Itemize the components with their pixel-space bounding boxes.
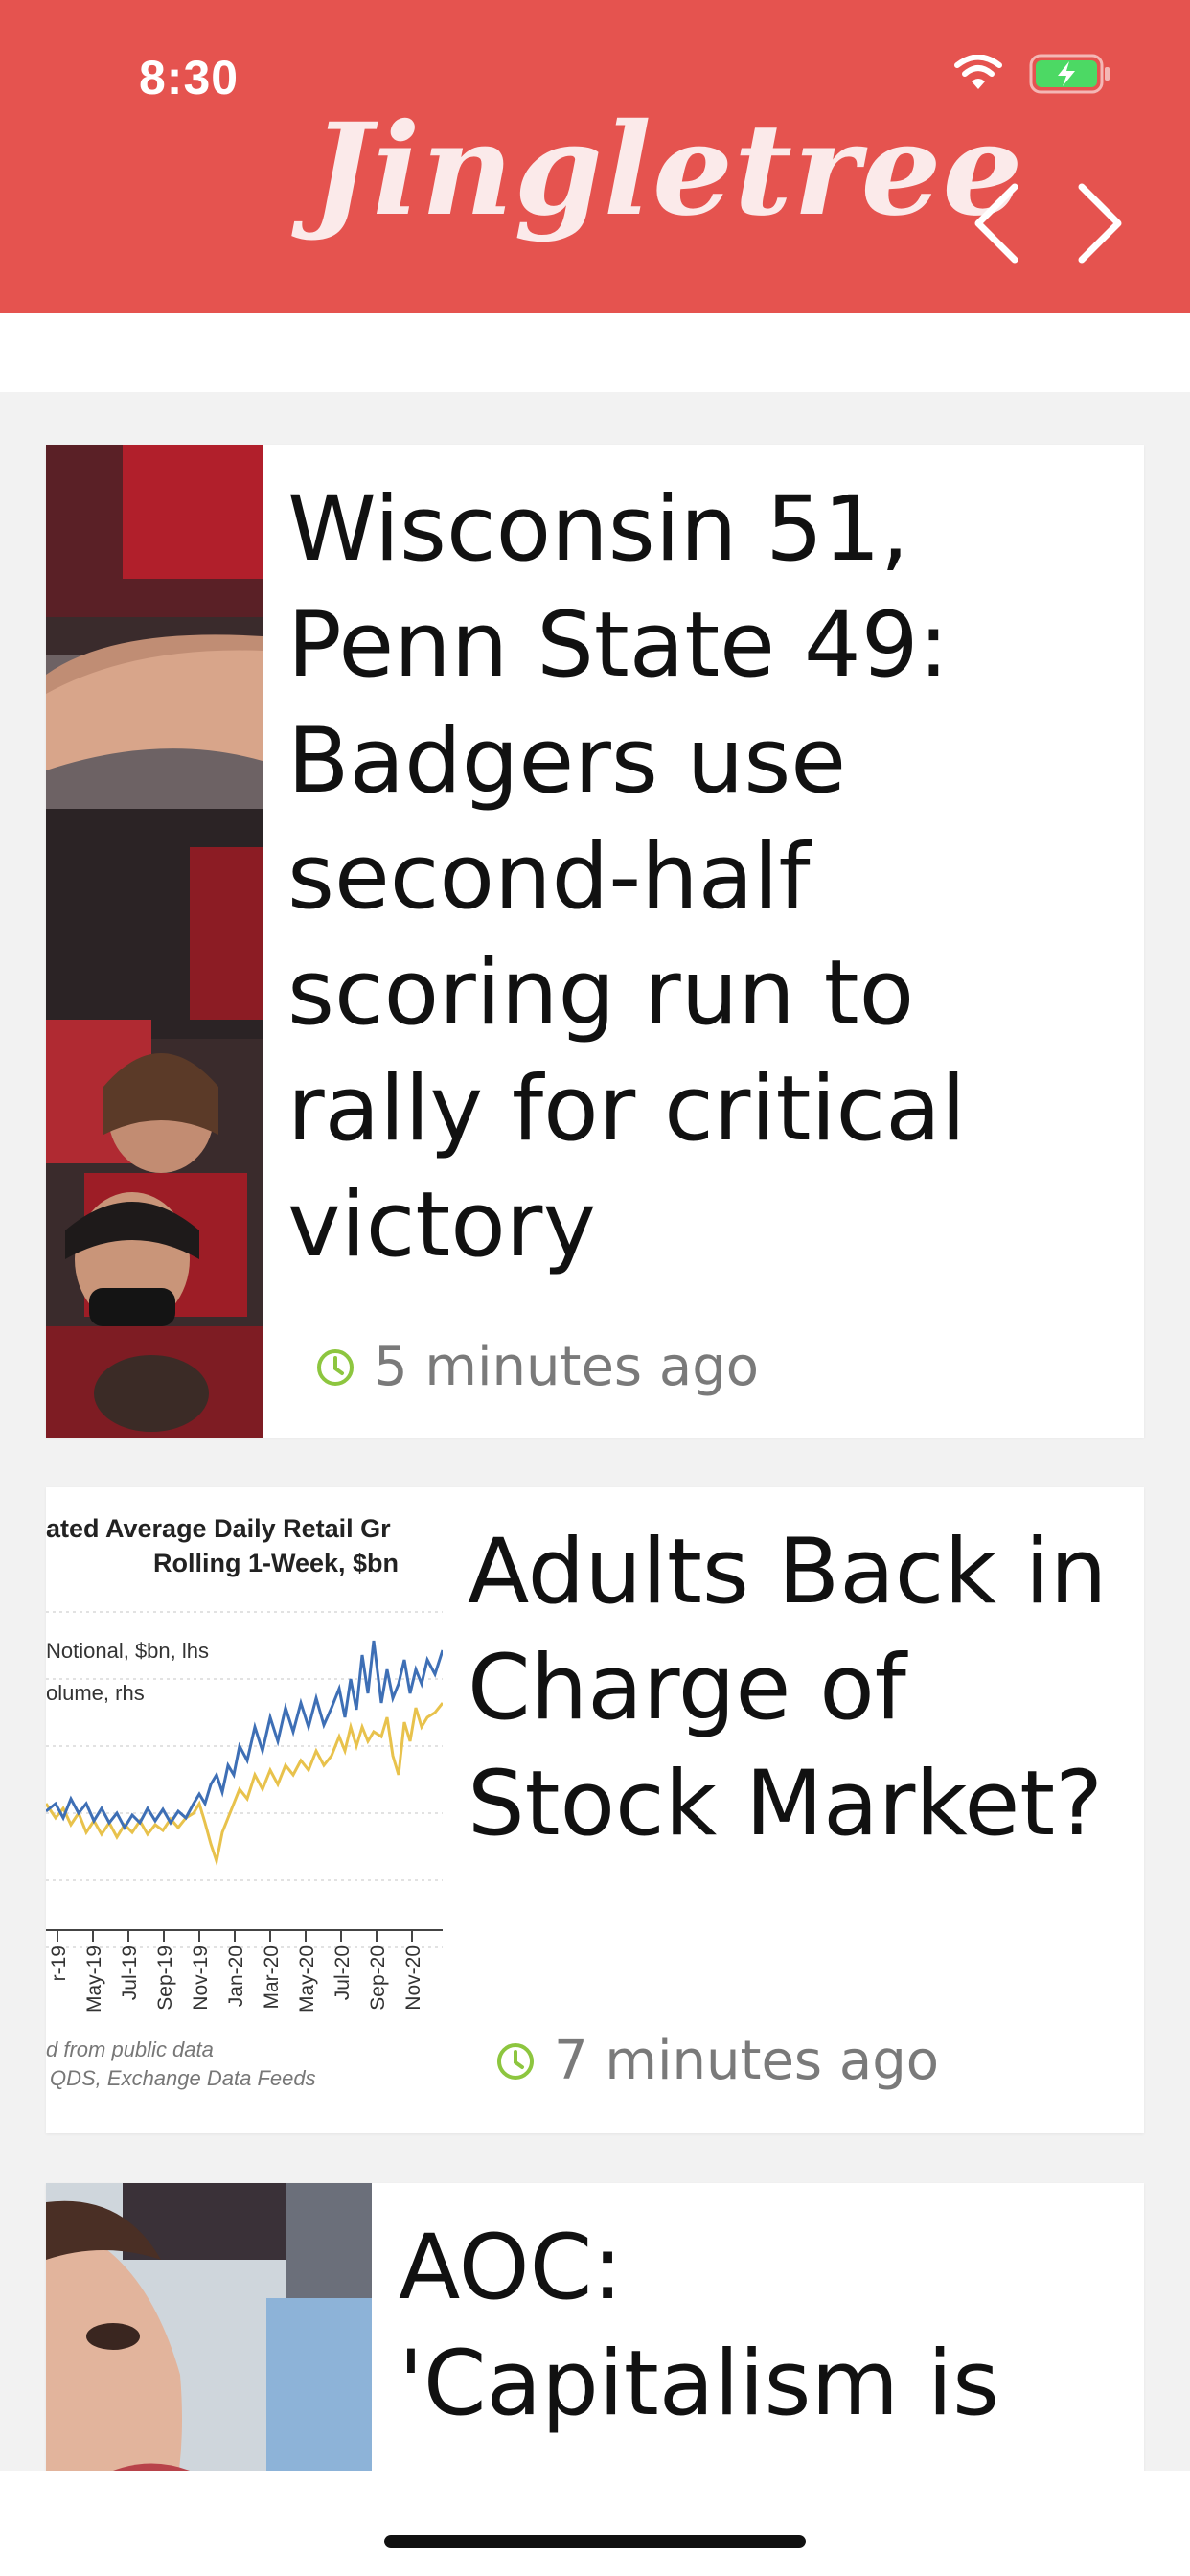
chart-title: ated Average Daily Retail Gr — [46, 1514, 391, 1543]
x-tick-label: Nov-19 — [190, 1945, 212, 2011]
article-thumbnail[interactable] — [46, 445, 263, 1438]
article-timestamp: 7 minutes ago — [494, 2030, 939, 2092]
chevron-left-icon — [973, 183, 1020, 267]
app-logo: Jingletree — [311, 96, 1024, 244]
x-tick-label: r-19 — [48, 1945, 70, 1981]
article-headline[interactable]: Adults Back in Charge of Stock Market? — [468, 1514, 1129, 1862]
x-tick-label: Jul-20 — [332, 1945, 354, 2000]
clock-icon — [494, 2040, 537, 2082]
article-thumbnail[interactable]: ated Average Daily Retail Gr Rolling 1-W… — [46, 1487, 443, 2133]
x-tick-label: Jan-20 — [225, 1945, 247, 2007]
x-tick-label: Nov-20 — [402, 1945, 424, 2011]
chart-legend: olume, rhs — [46, 1681, 145, 1705]
battery-icon — [1029, 54, 1111, 98]
wifi-icon — [952, 54, 1004, 97]
clock-icon — [314, 1346, 356, 1389]
article-timestamp: 5 minutes ago — [314, 1336, 759, 1398]
article-headline[interactable]: Wisconsin 51, Penn State 49: Badgers use… — [287, 472, 1131, 1283]
app-header: 8:30 Jingletree — [0, 0, 1190, 313]
article-card[interactable]: Wisconsin 51, Penn State 49: Badgers use… — [46, 445, 1144, 1438]
header-spacer — [0, 313, 1190, 392]
article-headline[interactable]: AOC: 'Capitalism is — [399, 2210, 1136, 2442]
forward-button[interactable] — [1071, 182, 1129, 268]
time-ago: 7 minutes ago — [554, 2030, 940, 2092]
x-tick-label: Sep-20 — [367, 1945, 389, 2011]
x-tick-label: Jul-19 — [119, 1945, 141, 2000]
back-button[interactable] — [968, 182, 1025, 268]
chart-legend: Notional, $bn, lhs — [46, 1639, 209, 1663]
chart-source: QDS, Exchange Data Feeds — [50, 2066, 316, 2090]
status-time: 8:30 — [139, 51, 240, 104]
home-indicator[interactable] — [384, 2535, 806, 2548]
x-tick-label: May-19 — [83, 1945, 105, 2012]
x-tick-label: Sep-19 — [154, 1945, 176, 2011]
chart-subtitle: Rolling 1-Week, $bn — [153, 1549, 399, 1577]
bottom-bar — [0, 2471, 1190, 2576]
time-ago: 5 minutes ago — [374, 1336, 760, 1398]
chart-source: d from public data — [46, 2037, 214, 2061]
chevron-right-icon — [1076, 183, 1124, 267]
status-icons — [952, 54, 1111, 98]
x-tick-label: Mar-20 — [261, 1945, 283, 2010]
article-card[interactable]: ated Average Daily Retail Gr Rolling 1-W… — [46, 1487, 1144, 2133]
x-tick-label: May-20 — [296, 1945, 318, 2012]
